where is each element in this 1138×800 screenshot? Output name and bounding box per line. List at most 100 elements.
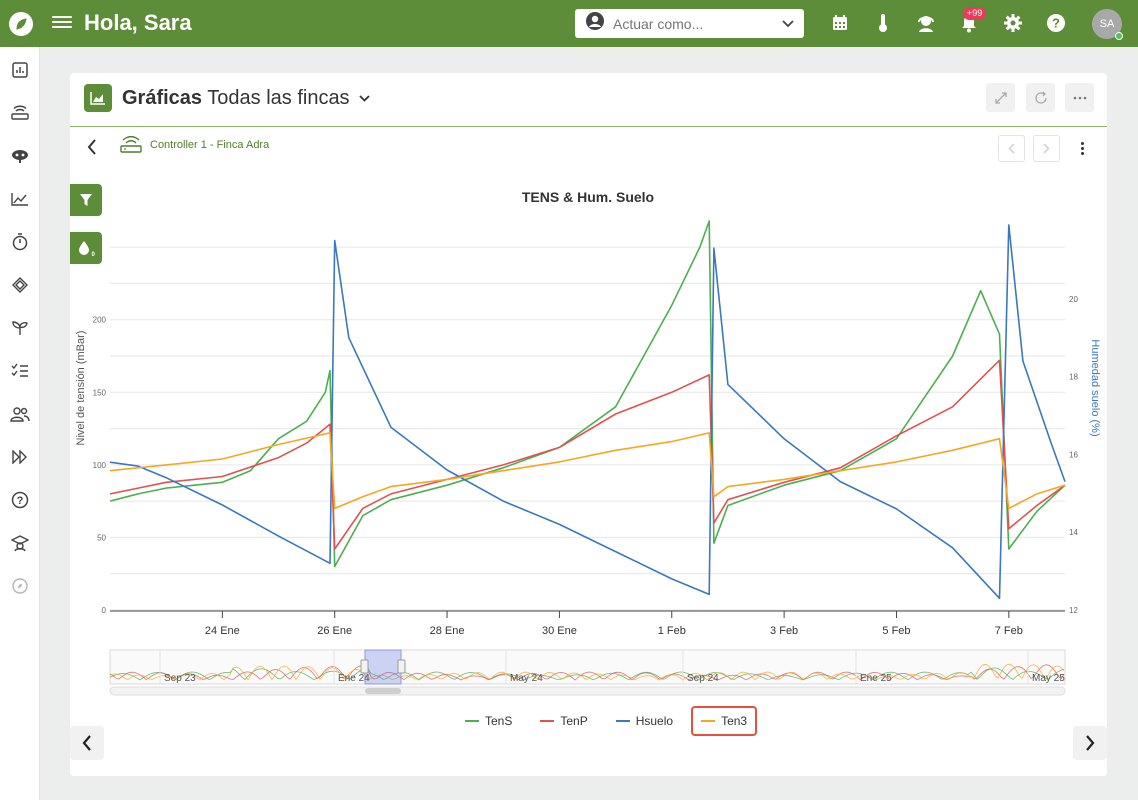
y2-tick-label: 20 <box>1069 295 1078 304</box>
help-circle-icon[interactable]: ? <box>9 489 31 511</box>
refresh-icon[interactable] <box>1026 83 1055 112</box>
help-icon[interactable]: ? <box>1045 12 1067 34</box>
chart-navigator[interactable]: Sep 23 Ene 24 May 24 Sep 24 Ene 25 May 25 <box>109 649 1066 696</box>
legend-item-hsuelo[interactable]: Hsuelo <box>606 706 683 736</box>
next-controller-button[interactable] <box>1033 135 1060 162</box>
brand-logo[interactable] <box>0 0 42 47</box>
navigator-scrollbar <box>109 686 1066 696</box>
svg-text:?: ? <box>17 495 24 507</box>
users-icon[interactable] <box>9 403 31 425</box>
act-as-select[interactable] <box>575 9 804 38</box>
prev-controller-button[interactable] <box>998 135 1025 162</box>
chevron-right-icon <box>1086 735 1095 751</box>
y-axis-label: Nivel de tensión (mBar) <box>75 331 87 446</box>
legend-label: Ten3 <box>721 714 748 728</box>
x-tick-label: 30 Ene <box>542 625 577 637</box>
legend-label: TenS <box>485 714 513 728</box>
series-line-tens <box>109 220 1066 568</box>
y-tick-label: 200 <box>93 316 107 325</box>
x-tick-label: 3 Feb <box>770 625 798 637</box>
legend-item-tenp[interactable]: TenP <box>530 706 597 736</box>
navigator-label: Ene 25 <box>860 673 892 684</box>
notification-badge: +99 <box>963 7 987 20</box>
more-options-icon[interactable] <box>1065 83 1094 112</box>
y-tick-label: 50 <box>97 533 106 542</box>
legend-swatch <box>701 720 716 722</box>
x-tick-label: 7 Feb <box>995 625 1023 637</box>
controller-link[interactable]: Controller 1 - Finca Adra <box>120 136 269 154</box>
chart-legend: TenS TenP Hsuelo Ten3 <box>455 706 758 736</box>
area-chart-icon <box>84 84 112 112</box>
charts-card: Gráficas Todas las fincas Controller 1 -… <box>70 73 1107 776</box>
farm-selector[interactable]: Todas las fincas <box>207 87 370 109</box>
series-line-hsuelo <box>109 224 1066 600</box>
y2-tick-label: 16 <box>1069 450 1078 459</box>
chevron-right-icon <box>1043 143 1050 154</box>
forward-icon[interactable] <box>9 446 31 468</box>
navigator-label: Sep 23 <box>164 673 196 684</box>
legend-item-ten3[interactable]: Ten3 <box>691 706 758 736</box>
y2-tick-label: 12 <box>1069 606 1078 615</box>
navigator-scroll-thumb <box>365 688 401 694</box>
legend-item-tens[interactable]: TenS <box>455 706 522 736</box>
series-line-ten3 <box>109 432 1066 510</box>
legend-swatch <box>465 720 479 722</box>
tens-chart[interactable]: TENS & Hum. Suelo 0 50 100 150 200 12 14 16 18 20… <box>70 173 1107 733</box>
navigator-label: May 25 <box>1032 673 1065 684</box>
y-tick-label: 0 <box>102 606 107 615</box>
chevron-left-icon <box>82 735 91 751</box>
academy-icon[interactable] <box>9 532 31 554</box>
dashboard-icon[interactable] <box>9 59 31 81</box>
svg-text:?: ? <box>1052 16 1060 31</box>
navigator-handle-right <box>397 659 406 674</box>
chart-grid <box>110 246 1065 611</box>
sprout-icon[interactable] <box>9 317 31 339</box>
greeting-title: Hola, Sara <box>84 10 192 35</box>
chart-title: TENS & Hum. Suelo <box>522 189 654 205</box>
support-agent-icon[interactable] <box>915 12 937 34</box>
y-tick-label: 150 <box>93 388 107 397</box>
tasks-icon[interactable] <box>9 360 31 382</box>
gear-icon[interactable] <box>1002 12 1024 34</box>
x-tick-label: 26 Ene <box>317 625 352 637</box>
chevron-left-icon <box>1008 143 1015 154</box>
navigator-selection <box>364 649 402 685</box>
legend-label: TenP <box>560 714 588 728</box>
controller-icon[interactable] <box>9 102 31 124</box>
y2-tick-label: 18 <box>1069 373 1078 382</box>
navigator-label: May 24 <box>510 673 543 684</box>
back-arrow-icon[interactable] <box>82 137 102 157</box>
user-circle-icon <box>585 11 605 36</box>
x-tick-label: 5 Feb <box>882 625 910 637</box>
series-line-tenp <box>109 359 1066 550</box>
card-header: Gráficas Todas las fincas <box>70 73 1107 127</box>
x-tick-label: 1 Feb <box>658 625 686 637</box>
next-chart-button[interactable] <box>1073 726 1107 760</box>
expand-icon[interactable] <box>986 83 1015 112</box>
thermometer-icon[interactable] <box>872 12 894 34</box>
farm-selector-label: Todas las fincas <box>207 87 350 109</box>
sensor-icon[interactable] <box>9 145 31 167</box>
chart-axes: 0 50 100 150 200 12 14 16 18 20 24 Ene 26 Ene 28 Ene… <box>93 295 1079 637</box>
sidebar: ? <box>0 47 40 800</box>
controller-label: Controller 1 - Finca Adra <box>150 139 270 151</box>
act-as-input[interactable] <box>613 15 773 32</box>
x-tick-label: 24 Ene <box>205 625 240 637</box>
charts-icon[interactable] <box>9 188 31 210</box>
chart-series <box>109 220 1066 600</box>
online-status-dot <box>1115 32 1123 40</box>
hamburger-menu-icon[interactable] <box>52 13 72 33</box>
page-title: Gráficas Todas las fincas <box>122 87 370 110</box>
top-bar: Hola, Sara +99 ? SA <box>0 0 1138 47</box>
y2-axis-label: Humedad suelo (%) <box>1089 339 1101 436</box>
legend-swatch <box>615 720 630 722</box>
calendar-icon[interactable] <box>829 12 851 34</box>
legend-swatch <box>540 720 555 722</box>
legend-label: Hsuelo <box>635 714 674 728</box>
prev-chart-button[interactable] <box>70 726 104 760</box>
timer-icon[interactable] <box>9 231 31 253</box>
navigator-handle-left <box>360 659 369 674</box>
layers-icon[interactable] <box>9 274 31 296</box>
controller-menu-icon[interactable] <box>1074 140 1090 156</box>
compass-icon[interactable] <box>9 575 31 597</box>
